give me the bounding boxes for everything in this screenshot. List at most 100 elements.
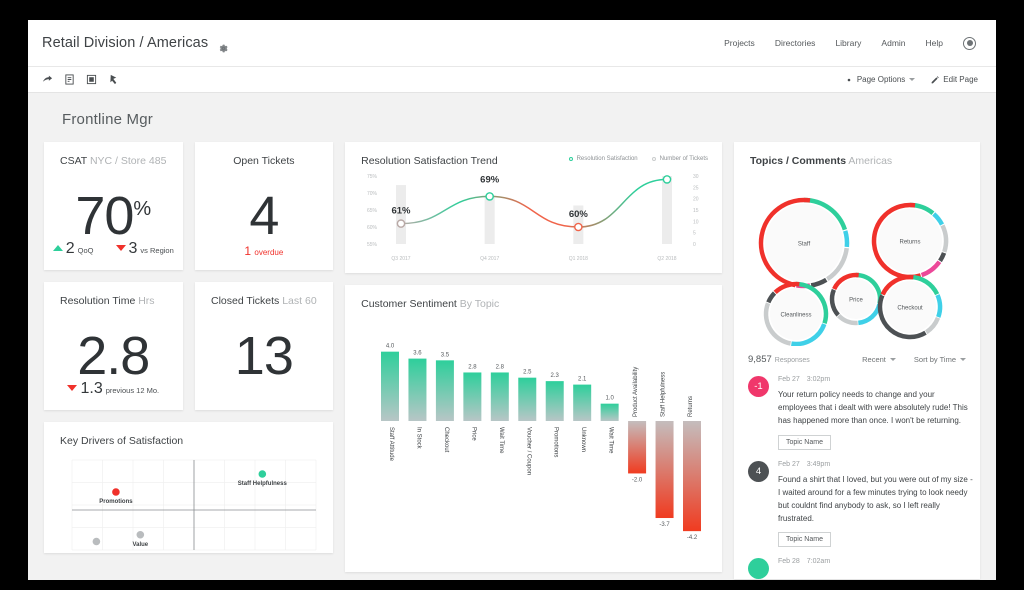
svg-text:Price: Price [470, 427, 476, 441]
svg-text:2.5: 2.5 [523, 370, 532, 376]
top-navigation: Projects Directories Library Admin Help [724, 36, 976, 50]
svg-text:-4.2: -4.2 [687, 535, 698, 541]
csat-delta-region-value: 3 [128, 240, 138, 257]
card-key-drivers[interactable]: Key Drivers of Satisfaction Staff Helpfu… [44, 422, 334, 553]
svg-text:Q3 2017: Q3 2017 [392, 256, 411, 262]
svg-text:1.0: 1.0 [606, 396, 615, 402]
svg-text:Wait Time: Wait Time [498, 427, 504, 454]
svg-text:30: 30 [693, 174, 699, 180]
breadcrumb[interactable]: Retail Division / Americas [42, 35, 208, 51]
svg-text:Q2 2018: Q2 2018 [658, 256, 677, 262]
top-bar: Retail Division / Americas Projects Dire… [28, 20, 996, 67]
comment-score-badge [748, 558, 769, 579]
sort-by-time-button[interactable]: Sort by Time [914, 355, 966, 364]
nav-item-directories[interactable]: Directories [775, 38, 816, 48]
pointer-share-icon[interactable] [42, 74, 53, 85]
svg-text:20: 20 [693, 197, 699, 203]
card-closed-tickets-header: Closed Tickets Last 60 [195, 282, 334, 307]
page-title: Frontline Mgr [62, 111, 153, 128]
user-avatar-icon[interactable] [963, 36, 976, 50]
card-closed-tickets-title: Closed Tickets [211, 295, 280, 307]
svg-text:2.8: 2.8 [496, 364, 505, 370]
filter-flag-icon[interactable] [108, 74, 119, 85]
nav-item-projects[interactable]: Projects [724, 38, 755, 48]
card-resolution-trend[interactable]: Resolution Satisfaction Trend Resolution… [345, 142, 722, 273]
svg-text:75%: 75% [367, 174, 378, 180]
tool-group [42, 74, 119, 85]
comment-topic-tag[interactable]: Topic Name [778, 532, 831, 548]
csat-delta-qoq: 2 QoQ [52, 240, 94, 258]
svg-text:Value: Value [132, 542, 148, 548]
response-count-value: 9,857 [748, 354, 772, 365]
resolution-time-delta: 1.3 previous 12 Mo. [67, 380, 159, 398]
card-resolution-time[interactable]: Resolution Time Hrs 2.8 1.3 previous 12 … [44, 282, 183, 410]
nav-item-help[interactable]: Help [926, 38, 943, 48]
svg-text:Staff Helpfulness: Staff Helpfulness [238, 481, 288, 487]
card-open-tickets[interactable]: Open Tickets 4 1 overdue [194, 142, 334, 270]
filter-recent-button[interactable]: Recent [862, 355, 896, 364]
legend-item-number-of-tickets[interactable]: Number of Tickets [651, 156, 708, 162]
svg-text:61%: 61% [392, 206, 412, 217]
triangle-down-icon [67, 385, 78, 391]
card-csat-header: CSAT NYC / Store 485 [44, 142, 183, 167]
legend-dot-icon [568, 157, 573, 161]
svg-text:-3.7: -3.7 [659, 522, 670, 528]
comment-item[interactable]: 4 Feb 27 3:49pm Found a shirt that I loved,… [734, 450, 980, 548]
svg-text:Price: Price [849, 298, 863, 304]
responses-bar: 9,857 Responses Recent Sort by Time [734, 354, 980, 365]
comment-body: Feb 27 3:49pm Found a shirt that I loved, … [778, 461, 974, 548]
kpi-row-1: CSAT NYC / Store 485 70% 2 QoQ 3 vs Regi… [44, 142, 334, 270]
card-topics-header: Topics / Comments Americas [734, 142, 980, 167]
comment-item[interactable]: -1 Feb 27 3:02pm Your return policy needs t… [734, 365, 980, 450]
kpi-row-2: Resolution Time Hrs 2.8 1.3 previous 12 … [44, 282, 334, 410]
nav-item-admin[interactable]: Admin [881, 38, 905, 48]
csat-number: 70 [75, 186, 134, 246]
gear-icon[interactable] [219, 40, 228, 52]
card-csat[interactable]: CSAT NYC / Store 485 70% 2 QoQ 3 vs Regi… [44, 142, 183, 270]
edit-page-button[interactable]: Edit Page [931, 75, 978, 84]
comment-time: 3:49pm [806, 460, 831, 468]
document-icon[interactable] [64, 74, 75, 85]
comments-list[interactable]: -1 Feb 27 3:02pm Your return policy needs t… [734, 365, 980, 579]
frame-icon[interactable] [86, 74, 97, 85]
legend-item-resolution-satisfaction[interactable]: Resolution Satisfaction [568, 156, 638, 162]
svg-text:Wait Time: Wait Time [608, 427, 614, 454]
chevron-down-icon [960, 358, 966, 361]
svg-text:70%: 70% [367, 191, 378, 197]
dashboard-page: Frontline Mgr CSAT NYC / Store 485 70% 2… [28, 93, 996, 580]
svg-text:Promotions: Promotions [99, 499, 133, 505]
svg-text:10: 10 [693, 219, 699, 225]
card-key-drivers-header: Key Drivers of Satisfaction [44, 422, 333, 447]
page-options-button[interactable]: Page Options [845, 75, 916, 84]
svg-text:0: 0 [693, 242, 696, 248]
csat-delta-region: 3 vs Region [115, 240, 174, 258]
resolution-trend-chart: 75% 70% 65% 60% 55% 30 25 20 15 10 5 0 61% Q3 2017 69%… [367, 174, 699, 262]
svg-text:Unknown: Unknown [580, 427, 586, 452]
nav-item-library[interactable]: Library [835, 38, 861, 48]
svg-text:In Stock: In Stock [416, 427, 422, 450]
column-topics: Topics / Comments Americas Staff Returns P… [734, 142, 980, 579]
svg-text:4.0: 4.0 [386, 344, 395, 350]
comment-item[interactable]: Feb 28 7:02am [734, 547, 980, 579]
card-resolution-trend-header: Resolution Satisfaction Trend [345, 142, 722, 167]
comment-body: Feb 28 7:02am [778, 558, 830, 579]
csat-percent-sign: % [133, 198, 152, 220]
card-resolution-time-deltas: 1.3 previous 12 Mo. [44, 380, 183, 398]
card-closed-tickets-subtitle: Last 60 [282, 295, 317, 307]
triangle-down-icon [115, 245, 126, 251]
comment-text: Your return policy needs to change and y… [778, 390, 968, 426]
card-resolution-time-value: 2.8 [77, 326, 150, 386]
comment-score-badge: 4 [748, 460, 769, 482]
comment-meta: Feb 27 3:02pm [778, 376, 974, 383]
comment-score-badge: -1 [748, 376, 769, 397]
card-closed-tickets[interactable]: Closed Tickets Last 60 13 [194, 282, 334, 410]
svg-text:Returns: Returns [899, 240, 920, 246]
card-topics-comments[interactable]: Topics / Comments Americas Staff Returns P… [734, 142, 980, 579]
pencil-icon [931, 75, 940, 83]
card-customer-sentiment[interactable]: Customer Sentiment By Topic 4.0 Staff Att… [345, 285, 722, 572]
response-count-label: Responses [774, 357, 810, 364]
svg-text:Product Availability: Product Availability [633, 367, 639, 417]
comment-topic-tag[interactable]: Topic Name [778, 434, 831, 450]
comment-meta: Feb 27 3:49pm [778, 461, 974, 468]
svg-text:55%: 55% [367, 242, 378, 248]
